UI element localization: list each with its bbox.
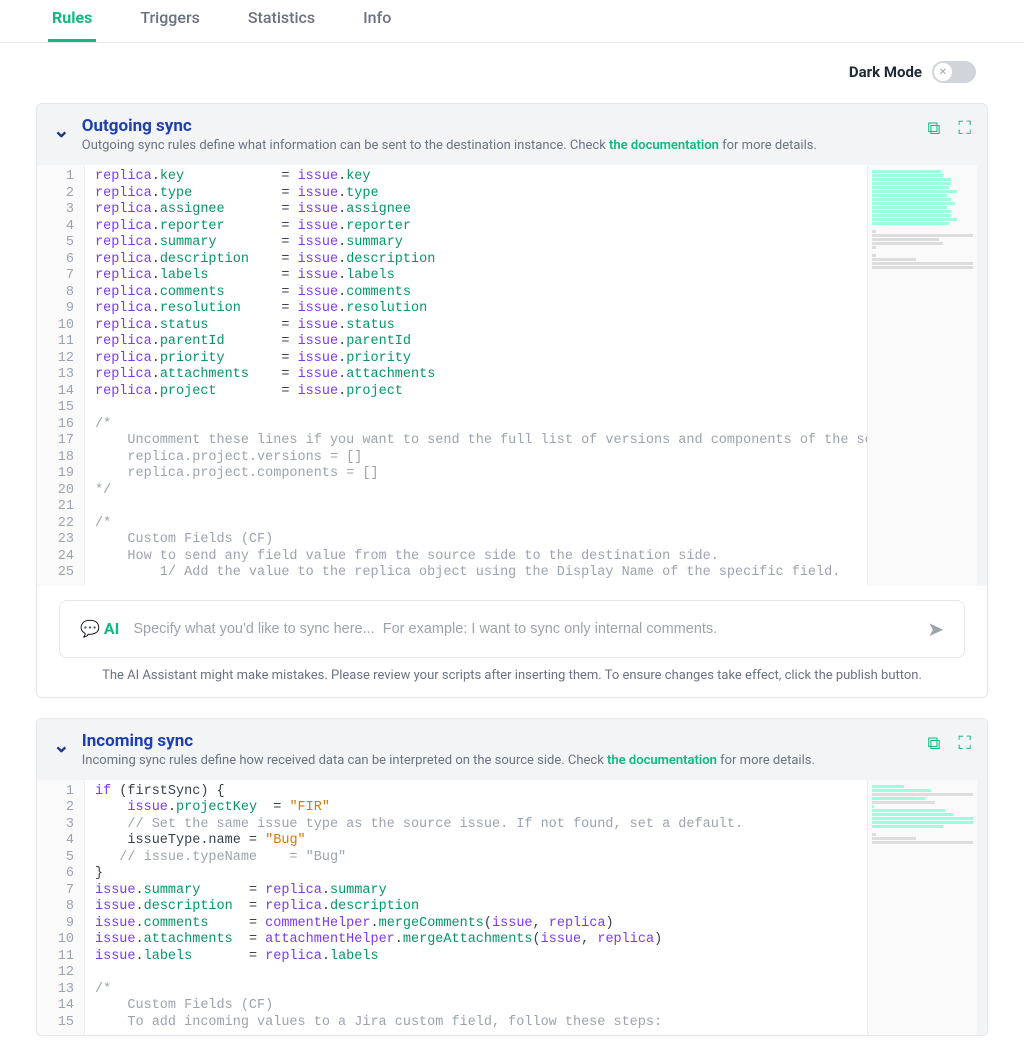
- chevron-down-icon[interactable]: ⌄: [53, 116, 70, 142]
- code-body[interactable]: replica.key = issue.keyreplica.type = is…: [85, 165, 867, 586]
- incoming-title: Incoming sync: [82, 731, 815, 751]
- send-icon[interactable]: ➤: [927, 617, 944, 641]
- tab-statistics[interactable]: Statistics: [244, 0, 319, 42]
- line-gutter: 123456789101112131415: [37, 780, 85, 1036]
- outgoing-panel: ⌄ Outgoing sync Outgoing sync rules defi…: [36, 103, 988, 698]
- tab-triggers[interactable]: Triggers: [136, 0, 204, 42]
- scrollbar[interactable]: [977, 780, 987, 1036]
- minimap[interactable]: [867, 165, 977, 586]
- outgoing-sub-pre: Outgoing sync rules define what informat…: [82, 138, 609, 153]
- scrollbar[interactable]: [977, 165, 987, 586]
- outgoing-editor[interactable]: 1234567891011121314151617181920212223242…: [37, 165, 987, 586]
- incoming-header: ⌄ Incoming sync Incoming sync rules defi…: [37, 719, 987, 780]
- outgoing-header: ⌄ Outgoing sync Outgoing sync rules defi…: [37, 104, 987, 165]
- outgoing-sub-post: for more details.: [719, 138, 817, 153]
- ai-assistant: 💬 AI ➤ The AI Assistant might make mista…: [59, 586, 965, 683]
- ai-badge-text: AI: [104, 619, 119, 638]
- outgoing-subtitle: Outgoing sync rules define what informat…: [82, 138, 817, 153]
- darkmode-label: Dark Mode: [849, 63, 922, 81]
- line-gutter: 1234567891011121314151617181920212223242…: [37, 165, 85, 586]
- tab-info[interactable]: Info: [359, 0, 395, 42]
- ai-input[interactable]: [133, 621, 913, 637]
- copy-icon[interactable]: ⧉: [928, 733, 941, 754]
- fullscreen-icon[interactable]: ⛶: [958, 733, 971, 754]
- tab-rules[interactable]: Rules: [48, 0, 96, 42]
- copy-icon[interactable]: ⧉: [928, 118, 941, 139]
- outgoing-title: Outgoing sync: [82, 116, 817, 136]
- incoming-editor[interactable]: 123456789101112131415 if (firstSync) { i…: [37, 780, 987, 1036]
- incoming-doc-link[interactable]: the documentation: [607, 753, 717, 768]
- tabs-bar: Rules Triggers Statistics Info: [0, 0, 1024, 43]
- darkmode-toggle[interactable]: ✕: [932, 61, 976, 83]
- ai-note: The AI Assistant might make mistakes. Pl…: [59, 668, 965, 683]
- minimap[interactable]: [867, 780, 977, 1036]
- incoming-panel: ⌄ Incoming sync Incoming sync rules defi…: [36, 718, 988, 1037]
- chevron-down-icon[interactable]: ⌄: [53, 731, 70, 757]
- toolbar: Dark Mode ✕: [0, 43, 1024, 93]
- ai-icon: 💬 AI: [80, 619, 119, 638]
- toggle-knob: ✕: [934, 63, 952, 81]
- incoming-subtitle: Incoming sync rules define how received …: [82, 753, 815, 768]
- fullscreen-icon[interactable]: ⛶: [958, 118, 971, 139]
- incoming-sub-post: for more details.: [717, 753, 815, 768]
- incoming-sub-pre: Incoming sync rules define how received …: [82, 753, 607, 768]
- outgoing-doc-link[interactable]: the documentation: [609, 138, 719, 153]
- code-body[interactable]: if (firstSync) { issue.projectKey = "FIR…: [85, 780, 867, 1036]
